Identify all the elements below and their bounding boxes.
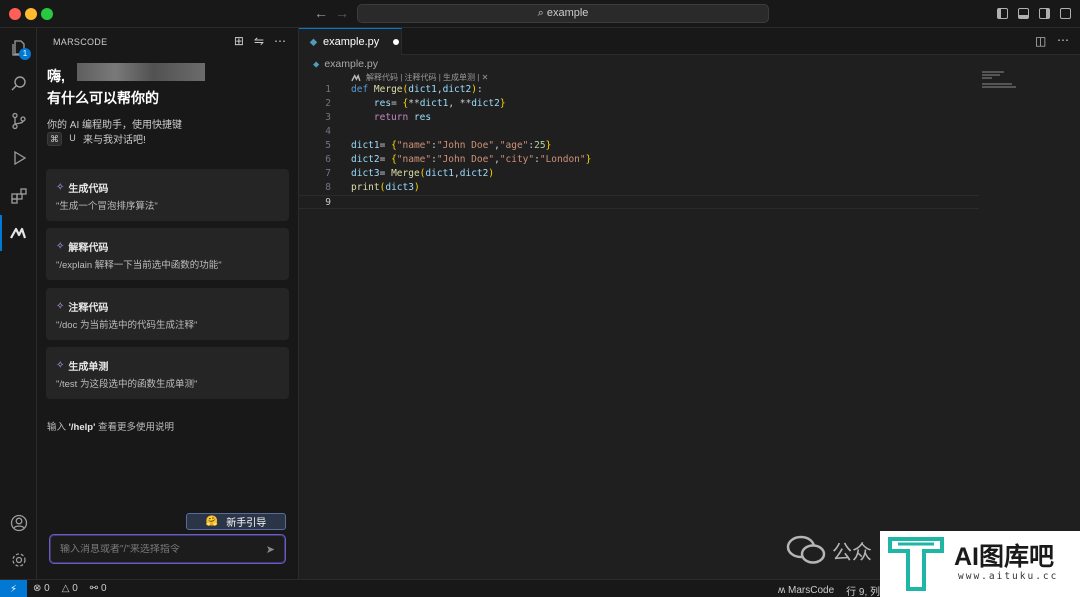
code-line: 7 dict3= Merge(dict1,dict2) bbox=[325, 168, 495, 179]
minimize-window-button[interactable] bbox=[25, 8, 37, 20]
split-editor-icon[interactable]: ◫ bbox=[1035, 34, 1046, 48]
tab-example-py[interactable]: ⬥ example.py bbox=[299, 28, 402, 55]
sparkle-icon: ✧ bbox=[56, 360, 65, 371]
explorer-icon[interactable]: 1 bbox=[0, 30, 37, 66]
forward-arrow-icon[interactable]: → bbox=[335, 5, 349, 21]
send-icon[interactable]: ➤ bbox=[266, 543, 275, 556]
settings-sliders-icon[interactable]: ⇋ bbox=[254, 34, 264, 48]
username-redacted bbox=[77, 63, 205, 81]
beginner-guide-button[interactable]: 🤗 新手引导 bbox=[186, 513, 286, 530]
greeting: 嗨, bbox=[47, 68, 65, 84]
run-debug-icon[interactable] bbox=[0, 140, 37, 176]
code-line: 4 bbox=[325, 126, 331, 137]
title-bar: ← → ⌕ example bbox=[0, 0, 1080, 28]
breadcrumb[interactable]: ⬥ example.py bbox=[313, 58, 378, 70]
code-line: 8 print(dict3) bbox=[325, 182, 420, 193]
problems-status[interactable]: ⊗ 0 △ 0 ⚯ 0 bbox=[33, 583, 107, 594]
ports-icon: ⚯ bbox=[89, 583, 99, 594]
help-hint: 输入 '/help' 查看更多使用说明 bbox=[47, 422, 174, 433]
wechat-icon bbox=[786, 535, 826, 564]
chat-input[interactable] bbox=[60, 543, 240, 555]
explorer-badge: 1 bbox=[19, 48, 31, 60]
sparkle-icon: ✧ bbox=[56, 182, 65, 193]
emoji-icon: 🤗 bbox=[205, 516, 219, 527]
sidebar-title: MARSCODE bbox=[53, 37, 108, 47]
sidebar-actions: ⊞ ⇋ ⋯ bbox=[234, 34, 286, 48]
code-editor[interactable]: 1 def Merge(dict1,dict2): 2 res= {**dict1… bbox=[299, 83, 979, 209]
marscode-sidebar: MARSCODE ⊞ ⇋ ⋯ 嗨, 有什么可以帮你的 你的 AI 编程助手，使用… bbox=[37, 28, 299, 579]
toggle-secondary-sidebar-icon[interactable] bbox=[1039, 8, 1050, 19]
code-line-current: 9 bbox=[299, 195, 979, 209]
tab-bar: ⬥ example.py ◫ ⋯ bbox=[299, 28, 1080, 55]
intro-text: 你的 AI 编程助手，使用快捷键 bbox=[47, 120, 183, 131]
aituku-watermark: AI图库吧 www.aituku.cc bbox=[880, 531, 1080, 597]
card-explain-code[interactable]: ✧ 解释代码 "/explain 解释一下当前选中函数的功能" bbox=[46, 228, 289, 280]
maximize-window-button[interactable] bbox=[41, 8, 53, 20]
marscode-icon[interactable] bbox=[0, 215, 37, 251]
search-icon: ⌕ bbox=[537, 7, 544, 19]
activity-bar: 1 bbox=[0, 28, 37, 579]
new-chat-icon[interactable]: ⊞ bbox=[234, 34, 244, 48]
more-actions-icon[interactable]: ⋯ bbox=[274, 34, 286, 48]
marscode-icon bbox=[351, 73, 361, 81]
manage-gear-icon[interactable] bbox=[0, 542, 37, 578]
cursor-position[interactable]: 行 9, 列 bbox=[846, 583, 880, 597]
card-generate-code[interactable]: ✧ 生成代码 "生成一个冒泡排序算法" bbox=[46, 169, 289, 221]
greeting-subtitle: 有什么可以帮你的 bbox=[47, 90, 159, 106]
back-arrow-icon[interactable]: ← bbox=[314, 5, 328, 21]
code-line: 2 res= {**dict1, **dict2} bbox=[325, 98, 506, 109]
source-control-icon[interactable] bbox=[0, 103, 37, 139]
u-key: U bbox=[69, 132, 76, 143]
account-icon[interactable] bbox=[0, 505, 37, 541]
code-line: 1 def Merge(dict1,dict2): bbox=[325, 84, 483, 95]
error-icon: ⊗ bbox=[33, 583, 42, 594]
toggle-primary-sidebar-icon[interactable] bbox=[997, 8, 1008, 19]
code-line: 6 dict2= {"name":"John Doe","city":"Londo… bbox=[325, 154, 592, 165]
python-file-icon: ⬥ bbox=[310, 36, 317, 48]
wechat-watermark: 公众 bbox=[786, 534, 872, 566]
chat-input-box[interactable]: ➤ bbox=[49, 534, 286, 564]
warning-icon: △ bbox=[61, 583, 70, 594]
minimap[interactable] bbox=[982, 71, 1022, 91]
sparkle-icon: ✧ bbox=[56, 241, 65, 252]
marscode-status[interactable]: ʍ MarsCode bbox=[778, 585, 834, 596]
customize-layout-icon[interactable] bbox=[1060, 8, 1071, 19]
unsaved-dot-icon[interactable] bbox=[393, 39, 400, 45]
intro-suffix: 来与我对话吧! bbox=[83, 135, 146, 146]
more-actions-icon[interactable]: ⋯ bbox=[1057, 33, 1069, 47]
remote-indicator-icon[interactable]: ⚡ bbox=[0, 580, 27, 597]
marscode-icon: ʍ bbox=[778, 585, 786, 596]
card-comment-code[interactable]: ✧ 注释代码 "/doc 为当前选中的代码生成注释" bbox=[46, 288, 289, 340]
codelens-actions[interactable]: 解释代码 | 注释代码 | 生成单测 | ✕ bbox=[351, 72, 488, 83]
toggle-panel-icon[interactable] bbox=[1018, 8, 1029, 19]
sparkle-icon: ✧ bbox=[56, 301, 65, 312]
cmd-key: ⌘ bbox=[47, 131, 62, 146]
code-line: 5 dict1= {"name":"John Doe","age":25} bbox=[325, 140, 552, 151]
editor-area: ⬥ example.py ◫ ⋯ ⬥ example.py 解释代码 | 注释代… bbox=[299, 28, 1080, 579]
command-center-search[interactable]: ⌕ example bbox=[357, 4, 769, 23]
aituku-logo-icon bbox=[888, 537, 944, 591]
close-window-button[interactable] bbox=[9, 8, 21, 20]
shortcut-hint: ⌘ U 来与我对话吧! bbox=[47, 131, 146, 146]
code-line: 3 return res bbox=[325, 112, 432, 123]
python-file-icon: ⬥ bbox=[313, 58, 320, 69]
search-icon[interactable] bbox=[0, 66, 37, 102]
status-right: ʍ MarsCode 行 9, 列 bbox=[778, 583, 880, 597]
card-generate-tests[interactable]: ✧ 生成单测 "/test 为这段选中的函数生成单测" bbox=[46, 347, 289, 399]
extensions-icon[interactable] bbox=[0, 178, 37, 214]
